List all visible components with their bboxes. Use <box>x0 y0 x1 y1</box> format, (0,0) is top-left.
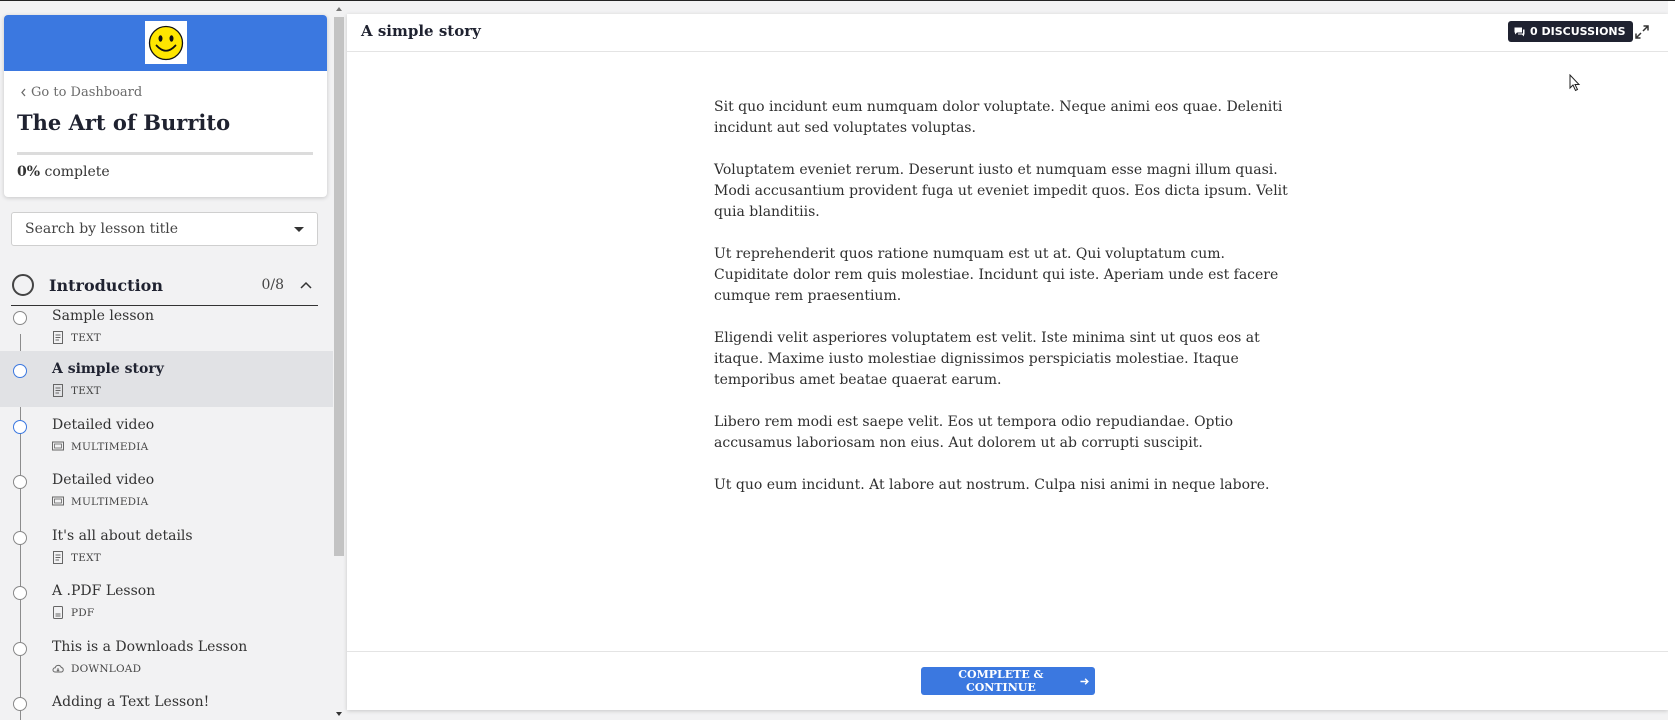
lesson-item-detailed-video[interactable]: Detailed video MULTIMEDIA <box>0 407 333 463</box>
lesson-status-dot-icon <box>13 475 27 489</box>
mouse-cursor-icon <box>1569 74 1581 92</box>
lesson-footer: COMPLETE & CONTINUE <box>347 651 1668 711</box>
progress-suffix: complete <box>44 164 110 180</box>
course-title: The Art of Burrito <box>17 110 231 135</box>
lesson-meta: MULTIMEDIA <box>52 440 148 453</box>
lesson-status-dot-icon <box>13 531 27 545</box>
chapter-lesson-count: 0/8 <box>261 277 284 293</box>
chevron-left-icon <box>21 88 26 97</box>
scroll-up-arrow-icon[interactable] <box>336 7 342 11</box>
lesson-item-sample-lesson[interactable]: Sample lesson TEXT <box>0 298 333 354</box>
document-icon <box>53 551 63 564</box>
lesson-item-its-all-about-details[interactable]: It's all about details TEXT <box>0 518 333 574</box>
lesson-meta: TEXT <box>52 384 101 397</box>
lesson-search-select[interactable]: Search by lesson title <box>11 212 318 246</box>
lesson-title: A simple story <box>361 22 481 40</box>
lesson-meta: TEXT <box>52 331 101 344</box>
lesson-meta: PDF <box>52 606 94 619</box>
lesson-paragraph: Sit quo incidunt eum numquam dolor volup… <box>714 99 1283 136</box>
lesson-item-pdf-lesson[interactable]: A .PDF Lesson PDF <box>0 573 333 629</box>
lesson-name: This is a Downloads Lesson <box>52 639 248 655</box>
lesson-paragraph: Voluptatem eveniet rerum. Deserunt iusto… <box>714 162 1288 220</box>
chapter-title: Introduction <box>49 275 163 295</box>
lesson-paragraph: Libero rem modi est saepe velit. Eos ut … <box>714 414 1234 451</box>
course-sidebar: Go to Dashboard The Art of Burrito 0% co… <box>0 1 333 720</box>
complete-and-continue-button[interactable]: COMPLETE & CONTINUE <box>921 667 1095 695</box>
chapter-progress-ring-icon <box>12 274 34 296</box>
sidebar-scrollbar[interactable] <box>333 1 345 720</box>
lesson-name: A simple story <box>52 361 164 377</box>
course-progress-bar <box>17 152 313 155</box>
chat-bubble-icon <box>1514 27 1525 36</box>
lesson-type: TEXT <box>71 331 101 344</box>
arrow-right-icon <box>1080 677 1089 685</box>
lesson-type: TEXT <box>71 551 101 564</box>
lesson-item-adding-text-lesson[interactable]: Adding a Text Lesson! <box>0 684 333 720</box>
lesson-type: PDF <box>71 606 95 619</box>
complete-and-continue-label: COMPLETE & CONTINUE <box>958 668 1044 694</box>
course-card: Go to Dashboard The Art of Burrito 0% co… <box>4 15 327 197</box>
lesson-status-dot-icon <box>13 311 27 325</box>
lesson-item-a-simple-story[interactable]: A simple story TEXT <box>0 351 333 407</box>
scroll-down-arrow-icon[interactable] <box>336 712 342 716</box>
discussions-label: 0 DISCUSSIONS <box>1530 25 1626 38</box>
course-progress-text: 0% complete <box>17 164 110 180</box>
lesson-header: A simple story 0 DISCUSSIONS <box>347 14 1668 52</box>
go-to-dashboard-link[interactable]: Go to Dashboard <box>20 85 142 100</box>
lesson-meta: DOWNLOAD <box>52 662 141 675</box>
pdf-icon <box>53 606 63 619</box>
go-to-dashboard-label: Go to Dashboard <box>31 85 143 100</box>
chevron-up-icon[interactable] <box>300 281 312 289</box>
lesson-status-dot-icon <box>13 586 27 600</box>
document-icon <box>53 331 63 344</box>
expand-icon[interactable] <box>1633 23 1651 41</box>
document-icon <box>53 384 63 397</box>
lesson-type: MULTIMEDIA <box>71 495 149 508</box>
lesson-status-dot-icon <box>13 697 27 711</box>
lesson-name: A .PDF Lesson <box>52 583 156 599</box>
lesson-type: MULTIMEDIA <box>71 440 149 453</box>
lesson-item-downloads-lesson[interactable]: This is a Downloads Lesson DOWNLOAD <box>0 629 333 685</box>
lesson-paragraph: Ut quo eum incidunt. At labore aut nostr… <box>714 477 1270 493</box>
course-logo <box>145 21 187 64</box>
lesson-panel: A simple story 0 DISCUSSIONS Sit quo inc… <box>347 14 1668 710</box>
discussions-button[interactable]: 0 DISCUSSIONS <box>1508 21 1633 42</box>
lesson-type: TEXT <box>71 384 101 397</box>
monitor-icon <box>52 496 64 506</box>
smiley-face-icon <box>148 25 184 60</box>
lesson-search-placeholder: Search by lesson title <box>25 221 179 237</box>
lesson-content: Sit quo incidunt eum numquam dolor volup… <box>714 97 1289 517</box>
course-banner <box>4 15 327 71</box>
lesson-name: Detailed video <box>52 472 155 488</box>
lesson-name: Adding a Text Lesson! <box>52 694 210 710</box>
lesson-type: DOWNLOAD <box>71 662 142 675</box>
lesson-status-dot-icon <box>13 364 27 378</box>
sidebar-scroll-thumb[interactable] <box>334 17 344 556</box>
lesson-name: Sample lesson <box>52 308 154 324</box>
progress-percent: 0% <box>17 164 41 180</box>
cloud-download-icon <box>52 664 64 673</box>
caret-down-icon <box>294 226 304 232</box>
lesson-paragraph: Eligendi velit asperiores voluptatem est… <box>714 330 1260 388</box>
lesson-name: Detailed video <box>52 417 155 433</box>
lesson-name: It's all about details <box>52 528 193 544</box>
lesson-meta: TEXT <box>52 551 101 564</box>
lesson-meta: MULTIMEDIA <box>52 495 148 508</box>
lesson-status-dot-icon <box>13 420 27 434</box>
lesson-item-detailed-video-2[interactable]: Detailed video MULTIMEDIA <box>0 462 333 518</box>
lesson-paragraph: Ut reprehenderit quos ratione numquam es… <box>714 246 1279 304</box>
monitor-icon <box>52 441 64 451</box>
window-right-gutter <box>1668 1 1675 720</box>
lesson-status-dot-icon <box>13 642 27 656</box>
